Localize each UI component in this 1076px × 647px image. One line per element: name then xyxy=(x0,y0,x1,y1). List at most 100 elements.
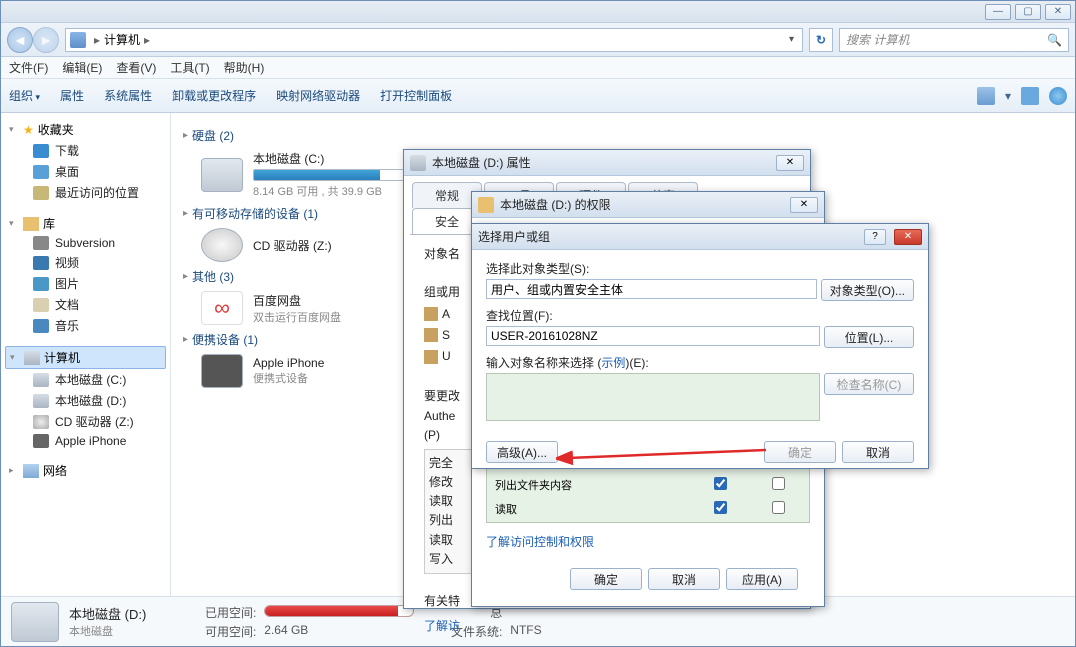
close-button[interactable]: ✕ xyxy=(776,155,804,171)
perm-allow-checkbox[interactable] xyxy=(714,477,727,490)
learn-permissions-link[interactable]: 了解访问控制和权限 xyxy=(486,533,810,550)
maximize-button[interactable]: ▢ xyxy=(1015,4,1041,20)
minimize-button[interactable]: — xyxy=(985,4,1011,20)
object-types-button[interactable]: 对象类型(O)... xyxy=(821,279,914,301)
location-field[interactable] xyxy=(486,326,820,346)
tree-item-subversion[interactable]: Subversion xyxy=(5,234,166,252)
back-button[interactable]: ◄ xyxy=(7,27,33,53)
download-icon xyxy=(33,144,49,158)
user-icon xyxy=(424,307,438,321)
menu-tools[interactable]: 工具(T) xyxy=(170,59,209,76)
navigation-bar: ◄ ► ▸ 计算机 ▸ ▾ ↻ 搜索 计算机 🔍 xyxy=(1,23,1075,57)
network-icon xyxy=(23,464,39,478)
object-type-field[interactable] xyxy=(486,279,817,299)
tree-item-desktop[interactable]: 桌面 xyxy=(5,161,166,182)
drive-icon xyxy=(201,158,243,192)
perm-deny-checkbox[interactable] xyxy=(772,501,785,514)
example-link[interactable]: 示例 xyxy=(601,356,625,370)
drive-icon xyxy=(33,373,49,387)
tree-item-pictures[interactable]: 图片 xyxy=(5,273,166,294)
tree-libraries[interactable]: ▾库 xyxy=(5,213,166,234)
drive-icon xyxy=(410,155,426,171)
help-icon[interactable] xyxy=(1049,87,1067,105)
check-names-button[interactable]: 检查名称(C) xyxy=(824,373,914,395)
dialog-title: 本地磁盘 (D:) 属性 xyxy=(432,154,770,171)
locations-button[interactable]: 位置(L)... xyxy=(824,326,914,348)
learn-link[interactable]: 了解访 xyxy=(424,617,790,636)
view-mode-drop-icon[interactable]: ▾ xyxy=(1005,89,1011,103)
user-icon xyxy=(424,328,438,342)
menu-view[interactable]: 查看(V) xyxy=(116,59,156,76)
tree-item-drive-d[interactable]: 本地磁盘 (D:) xyxy=(5,390,166,411)
view-mode-icon[interactable] xyxy=(977,87,995,105)
details-used-label: 已用空间: xyxy=(156,604,256,621)
tree-item-music[interactable]: 音乐 xyxy=(5,315,166,336)
breadcrumb-drop-icon[interactable]: ▾ xyxy=(785,34,798,45)
toolbar-uninstall[interactable]: 卸载或更改程序 xyxy=(172,87,256,104)
user-icon xyxy=(424,350,438,364)
details-free-value: 2.64 GB xyxy=(264,623,414,640)
menu-file[interactable]: 文件(F) xyxy=(9,59,48,76)
computer-icon xyxy=(70,32,86,48)
tree-item-documents[interactable]: 文档 xyxy=(5,294,166,315)
advanced-button[interactable]: 高级(A)... xyxy=(486,441,558,463)
cancel-button[interactable]: 取消 xyxy=(842,441,914,463)
phone-icon xyxy=(201,354,243,388)
apply-button[interactable]: 应用(A) xyxy=(726,568,798,590)
document-icon xyxy=(33,298,49,312)
section-hdd[interactable]: 硬盘 (2) xyxy=(183,127,1063,144)
toolbar-control-panel[interactable]: 打开控制面板 xyxy=(380,87,452,104)
used-bar xyxy=(264,605,414,617)
close-button[interactable]: ✕ xyxy=(790,197,818,213)
phone-icon xyxy=(33,434,49,448)
dialog-title: 本地磁盘 (D:) 的权限 xyxy=(500,196,784,213)
breadcrumb-sep: ▸ xyxy=(140,33,154,47)
object-name-input[interactable] xyxy=(486,373,820,421)
menu-bar: 文件(F) 编辑(E) 查看(V) 工具(T) 帮助(H) xyxy=(1,57,1075,79)
refresh-button[interactable]: ↻ xyxy=(809,28,833,52)
details-title: 本地磁盘 (D:) xyxy=(69,604,146,623)
close-button[interactable]: ✕ xyxy=(894,229,922,245)
recent-icon xyxy=(33,186,49,200)
close-button[interactable]: ✕ xyxy=(1045,4,1071,20)
perm-deny-checkbox[interactable] xyxy=(772,477,785,490)
toolbar-system-properties[interactable]: 系统属性 xyxy=(104,87,152,104)
tree-computer[interactable]: ▾计算机 xyxy=(5,346,166,369)
ok-button[interactable]: 确定 xyxy=(570,568,642,590)
usage-bar xyxy=(253,169,413,181)
forward-button[interactable]: ► xyxy=(33,27,59,53)
perm-allow-checkbox[interactable] xyxy=(714,501,727,514)
folder-icon xyxy=(478,197,494,213)
drive-icon xyxy=(11,602,59,642)
cancel-button[interactable]: 取消 xyxy=(648,568,720,590)
menu-edit[interactable]: 编辑(E) xyxy=(62,59,102,76)
toolbar-organize[interactable]: 组织 xyxy=(9,87,40,104)
location-label: 查找位置(F): xyxy=(486,307,914,324)
tree-item-cd-drive[interactable]: CD 驱动器 (Z:) xyxy=(5,411,166,432)
tree-item-videos[interactable]: 视频 xyxy=(5,252,166,273)
tree-item-downloads[interactable]: 下载 xyxy=(5,140,166,161)
toolbar-map-network[interactable]: 映射网络驱动器 xyxy=(276,87,360,104)
help-button[interactable]: ? xyxy=(864,229,886,245)
toolbar-properties[interactable]: 属性 xyxy=(60,87,84,104)
tree-item-drive-c[interactable]: 本地磁盘 (C:) xyxy=(5,369,166,390)
cd-icon xyxy=(201,228,243,262)
ok-button[interactable]: 确定 xyxy=(764,441,836,463)
navigation-tree: ▾★收藏夹 下载 桌面 最近访问的位置 ▾库 Subversion 视频 图片 … xyxy=(1,113,171,596)
tree-network[interactable]: ▸网络 xyxy=(5,460,166,481)
tree-item-recent[interactable]: 最近访问的位置 xyxy=(5,182,166,203)
baidu-icon xyxy=(201,291,243,325)
tree-favorites[interactable]: ▾★收藏夹 xyxy=(5,119,166,140)
search-input[interactable]: 搜索 计算机 🔍 xyxy=(839,28,1069,52)
breadcrumb[interactable]: ▸ 计算机 ▸ ▾ xyxy=(65,28,803,52)
cd-icon xyxy=(33,415,49,429)
computer-icon xyxy=(24,351,40,365)
menu-help[interactable]: 帮助(H) xyxy=(224,59,265,76)
breadcrumb-item[interactable]: 计算机 xyxy=(104,31,140,48)
object-type-label: 选择此对象类型(S): xyxy=(486,260,914,277)
preview-pane-icon[interactable] xyxy=(1021,87,1039,105)
tree-item-iphone[interactable]: Apple iPhone xyxy=(5,432,166,450)
breadcrumb-sep: ▸ xyxy=(90,33,104,47)
video-icon xyxy=(33,256,49,270)
titlebar: — ▢ ✕ xyxy=(1,1,1075,23)
